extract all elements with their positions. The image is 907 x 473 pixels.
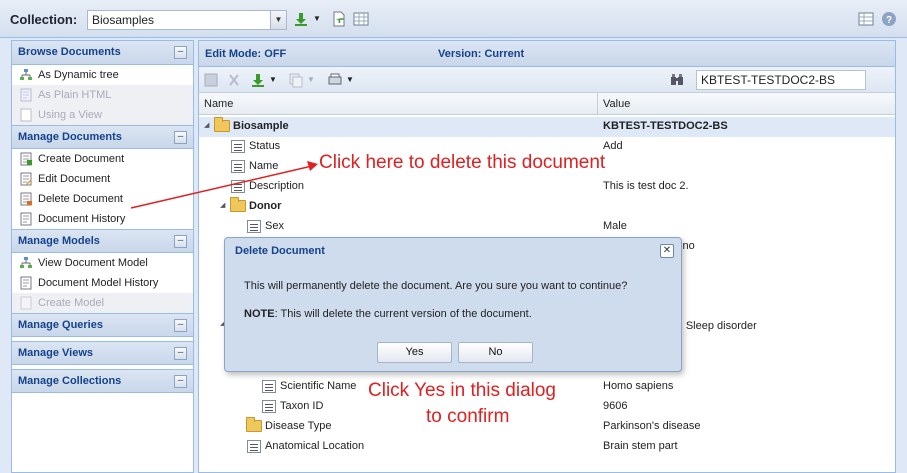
annotation-arrow — [130, 161, 318, 209]
annotation-click-here: Click here to delete this document — [319, 152, 606, 173]
annotation-click-yes-line1: Click Yes in this dialog — [368, 380, 556, 401]
annotation-click-yes-line2: to confirm — [426, 406, 510, 427]
